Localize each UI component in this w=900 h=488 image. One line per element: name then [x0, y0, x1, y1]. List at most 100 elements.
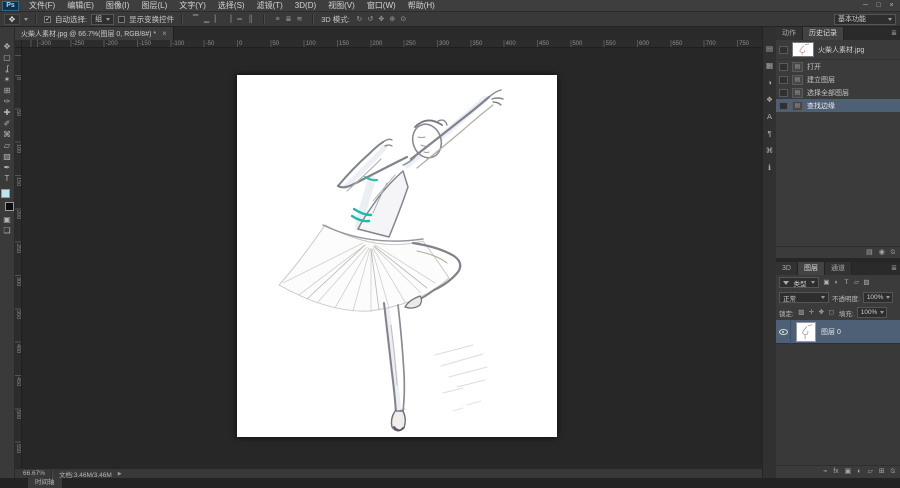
menu-item[interactable]: 窗口(W) — [361, 0, 402, 12]
screen-mode-icon[interactable]: ❏ — [0, 225, 15, 236]
align-icon[interactable]: ▏ — [212, 13, 223, 26]
background-color-swatch[interactable] — [4, 202, 14, 211]
align-icon[interactable]: ▔ — [190, 13, 201, 26]
menu-item[interactable]: 图像(I) — [100, 0, 136, 12]
foreground-color-swatch[interactable] — [0, 189, 10, 198]
eraser-tool-icon[interactable]: ▱ — [0, 140, 15, 151]
panel-tab[interactable]: 动作 — [776, 27, 803, 40]
history-step[interactable]: ▤ 建立图层 — [776, 73, 900, 86]
history-brush-source-box[interactable] — [779, 62, 788, 71]
menu-item[interactable]: 文字(Y) — [173, 0, 212, 12]
character-panel-icon[interactable]: A — [764, 111, 776, 122]
filter-adjustment-layers-icon[interactable]: ◐ — [832, 277, 841, 288]
adjustment-layer-icon[interactable]: ◐ — [857, 467, 861, 477]
add-mask-icon[interactable]: ▣ — [845, 467, 852, 477]
new-snapshot-icon[interactable]: ◉ — [879, 248, 885, 258]
workspace-dropdown[interactable]: 基本功能 — [834, 13, 896, 25]
align-icon[interactable]: ▁ — [201, 13, 212, 26]
type-tool-icon[interactable]: T — [0, 173, 15, 184]
menu-item[interactable]: 3D(D) — [289, 0, 322, 12]
show-transform-checkbox[interactable] — [118, 15, 126, 23]
history-step[interactable]: ▤ 打开 — [776, 60, 900, 73]
new-doc-from-state-icon[interactable]: ▤ — [866, 248, 873, 258]
blend-mode-dropdown[interactable]: 正常 — [779, 292, 829, 303]
distribute-icon[interactable]: ≣ — [283, 13, 294, 26]
layer-visibility-toggle[interactable] — [776, 319, 791, 344]
document-tab[interactable]: 火柴人素材.jpg @ 66.7%(图层 0, RGB/8#) * × — [15, 27, 174, 40]
lock-pixels-icon[interactable]: ✛ — [807, 307, 816, 318]
new-layer-icon[interactable]: ⊞ — [879, 467, 885, 477]
history-brush-source-box[interactable] — [779, 88, 788, 97]
mode-3d-icon[interactable]: ⊕ — [387, 13, 398, 26]
distribute-icon[interactable]: ≡ — [272, 13, 283, 26]
window-control-button[interactable]: × — [885, 0, 898, 12]
document-canvas[interactable] — [237, 75, 557, 437]
auto-select-checkbox[interactable] — [44, 15, 51, 23]
history-snapshot-row[interactable]: 火柴人素材.jpg — [776, 40, 900, 60]
active-tool-badge[interactable]: ✥ — [4, 13, 20, 25]
panel-tab[interactable]: 图层 — [797, 262, 825, 275]
info-panel-icon[interactable]: ℹ — [764, 162, 776, 173]
window-control-button[interactable]: □ — [872, 0, 885, 12]
quick-mask-icon[interactable]: ▣ — [0, 214, 15, 225]
zoom-level-field[interactable]: 66.67% — [23, 470, 45, 477]
clone-stamp-tool-icon[interactable]: ⌘ — [0, 129, 15, 140]
layer-thumbnail[interactable] — [796, 321, 816, 342]
history-brush-source-box[interactable] — [779, 101, 788, 110]
menu-item[interactable]: 选择(S) — [212, 0, 251, 12]
fill-field[interactable]: 100% — [856, 307, 887, 318]
marquee-tool-icon[interactable]: ▢ — [0, 52, 15, 63]
filter-type-layers-icon[interactable]: T — [842, 277, 851, 288]
tool-preset-arrow-icon[interactable] — [24, 17, 28, 21]
link-layers-icon[interactable]: ⌁ — [823, 467, 827, 477]
mode-3d-icon[interactable]: ↺ — [365, 13, 376, 26]
lock-all-icon[interactable]: ◻ — [827, 307, 836, 318]
close-tab-icon[interactable]: × — [162, 27, 167, 40]
paragraph-panel-icon[interactable]: ¶ — [764, 128, 776, 139]
menu-item[interactable]: 视图(V) — [322, 0, 361, 12]
align-icon[interactable]: ▕ — [223, 13, 234, 26]
panel-menu-icon[interactable]: ≣ — [891, 27, 897, 40]
window-control-button[interactable]: ─ — [859, 0, 872, 12]
mode-3d-icon[interactable]: ↻ — [354, 13, 365, 26]
filter-smart-objects-icon[interactable]: ▨ — [862, 277, 871, 288]
clone-source-panel-icon[interactable]: ⌘ — [764, 145, 776, 156]
history-step[interactable]: ▤ 查找边缘 — [776, 99, 900, 112]
menu-item[interactable]: 图层(L) — [135, 0, 173, 12]
color-panel-icon[interactable]: ▤ — [764, 43, 776, 54]
distribute-icon[interactable]: ≋ — [294, 13, 305, 26]
menu-item[interactable]: 滤镜(T) — [251, 0, 289, 12]
delete-state-icon[interactable]: ⍉ — [891, 248, 895, 258]
layer-row[interactable]: 图层 0 — [776, 319, 900, 344]
canvas-viewport[interactable] — [22, 48, 762, 468]
new-group-icon[interactable]: ▱ — [868, 467, 873, 477]
opacity-field[interactable]: 100% — [862, 292, 893, 303]
panel-menu-icon[interactable]: ≣ — [891, 262, 897, 275]
align-icon[interactable]: ║ — [245, 13, 256, 26]
menu-item[interactable]: 帮助(H) — [402, 0, 441, 12]
swatches-panel-icon[interactable]: ▦ — [764, 60, 776, 71]
mode-3d-icon[interactable]: ⊙ — [398, 13, 409, 26]
healing-brush-tool-icon[interactable]: ✚ — [0, 107, 15, 118]
history-brush-source-box[interactable] — [779, 45, 788, 54]
adjustments-panel-icon[interactable]: ◑ — [764, 77, 776, 88]
pen-tool-icon[interactable]: ✒ — [0, 162, 15, 173]
panel-tab[interactable]: 历史记录 — [803, 27, 844, 40]
lock-transparency-icon[interactable]: ▨ — [797, 307, 806, 318]
history-brush-source-box[interactable] — [779, 75, 788, 84]
filter-shape-layers-icon[interactable]: ▱ — [852, 277, 861, 288]
crop-tool-icon[interactable]: ⊞ — [0, 85, 15, 96]
menu-item[interactable]: 编辑(E) — [61, 0, 100, 12]
align-icon[interactable]: ═ — [234, 13, 245, 26]
filter-pixel-layers-icon[interactable]: ▣ — [822, 277, 831, 288]
gradient-tool-icon[interactable]: ▨ — [0, 151, 15, 162]
timeline-tab[interactable]: 时间轴 — [28, 478, 62, 488]
lasso-tool-icon[interactable]: ʆ — [0, 63, 15, 74]
brush-tool-icon[interactable]: ✐ — [0, 118, 15, 129]
auto-select-target-dropdown[interactable]: 组 — [91, 13, 115, 25]
panel-tab[interactable]: 3D — [776, 262, 798, 275]
lock-position-icon[interactable]: ✥ — [817, 307, 826, 318]
status-expand-icon[interactable]: ▶ — [118, 471, 122, 477]
layer-filter-dropdown[interactable]: 类型 — [779, 277, 819, 288]
styles-panel-icon[interactable]: ❖ — [764, 94, 776, 105]
